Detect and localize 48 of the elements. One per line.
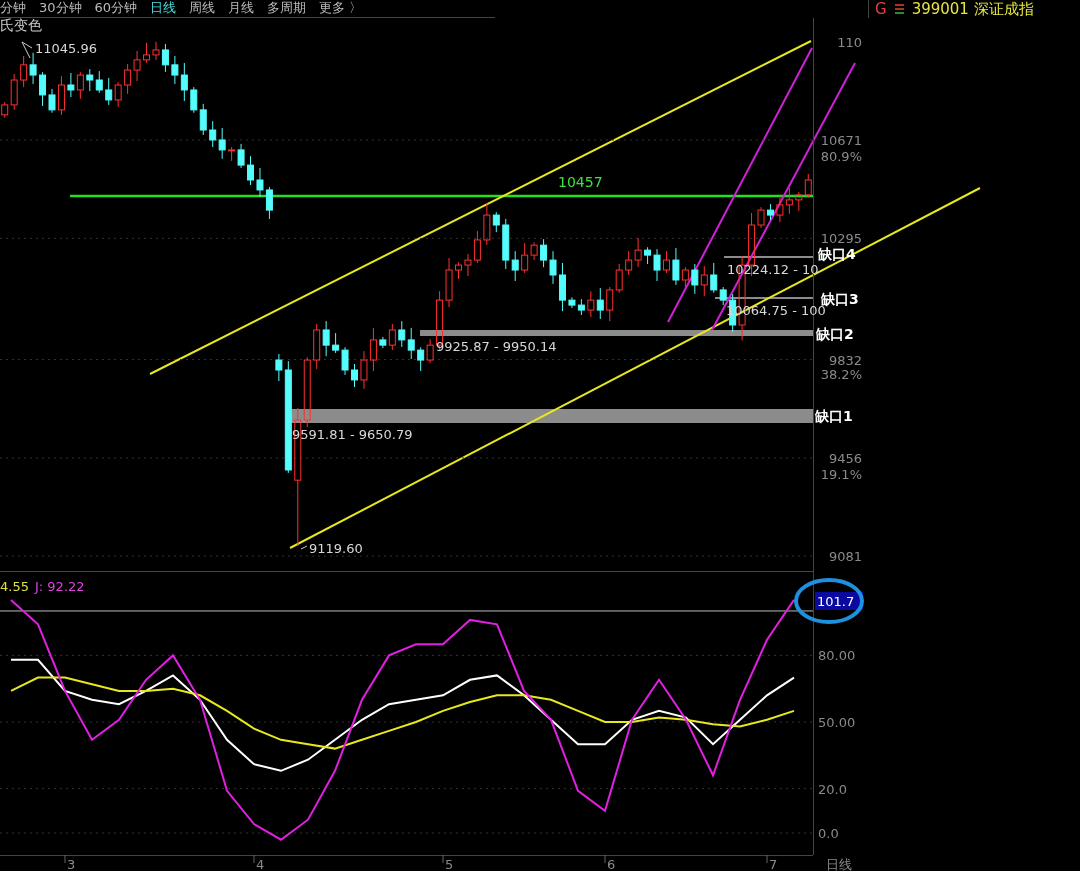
period-tab[interactable]: 月线 xyxy=(228,0,255,17)
leader-line xyxy=(21,41,33,59)
axis-tick-label: 4 xyxy=(256,857,265,871)
market-tag: G xyxy=(875,0,887,18)
price-axis-label: 10671 xyxy=(820,132,862,148)
axis-tick-label: 0.0 xyxy=(818,826,839,841)
percent-axis-label: 19.1% xyxy=(820,467,862,482)
price-axis-label: 10295 xyxy=(820,231,862,247)
period-tab[interactable]: 分钟 xyxy=(0,0,26,17)
axis-tick-label: 50.00 xyxy=(818,715,856,730)
candle xyxy=(247,155,254,186)
price-axis-label: 9456 xyxy=(828,450,862,466)
level-label: 10457 xyxy=(558,174,603,190)
security-name: 399001 深证成指 xyxy=(911,0,1034,19)
period-tab[interactable]: 30分钟 xyxy=(39,0,82,17)
highlight-ellipse xyxy=(794,578,864,624)
period-label: 日线 xyxy=(826,857,852,871)
period-tab[interactable]: 多周期 xyxy=(267,0,307,17)
current-value-label: 101.7 xyxy=(815,592,863,610)
gap-range-label: 9925.87 - 9950.14 xyxy=(436,339,557,354)
period-tab[interactable]: 更多 〉 xyxy=(319,0,363,17)
axis-tick-label: 20.0 xyxy=(818,781,847,797)
period-tab[interactable]: 周线 xyxy=(189,0,216,17)
period-tab[interactable]: 60分钟 xyxy=(94,0,138,17)
low-price-label: 9119.60 xyxy=(309,541,363,556)
legend-label: J: 92.22 xyxy=(35,579,85,594)
list-icon[interactable] xyxy=(894,4,904,14)
axis-tick-label: 7 xyxy=(769,857,778,871)
high-price-label: 11045.96 xyxy=(35,41,98,56)
price-axis-label: 110 xyxy=(837,35,862,50)
gap-label: 缺口1 xyxy=(815,408,853,424)
period-tab[interactable]: 日线 xyxy=(150,0,177,17)
axis-tick-label: 6 xyxy=(607,857,616,871)
candle xyxy=(351,363,358,388)
leader-line xyxy=(300,545,308,550)
gap-label: 缺口2 xyxy=(816,326,854,342)
candle xyxy=(559,262,566,312)
indicator-label: 氏变色 xyxy=(0,18,42,33)
percent-axis-label: 38.2% xyxy=(820,367,862,382)
legend-label: 4.55 xyxy=(0,579,29,594)
axis-tick-label: 5 xyxy=(445,857,454,871)
candle xyxy=(455,261,462,280)
gap-label: 缺口3 xyxy=(821,291,859,307)
percent-axis-label: 80.9% xyxy=(820,149,862,164)
price-axis-label: 9081 xyxy=(828,549,862,565)
price-axis-label: 9832 xyxy=(828,352,862,368)
axis-tick-label: 3 xyxy=(67,857,76,871)
axis-tick-label: 80.00 xyxy=(818,648,856,664)
